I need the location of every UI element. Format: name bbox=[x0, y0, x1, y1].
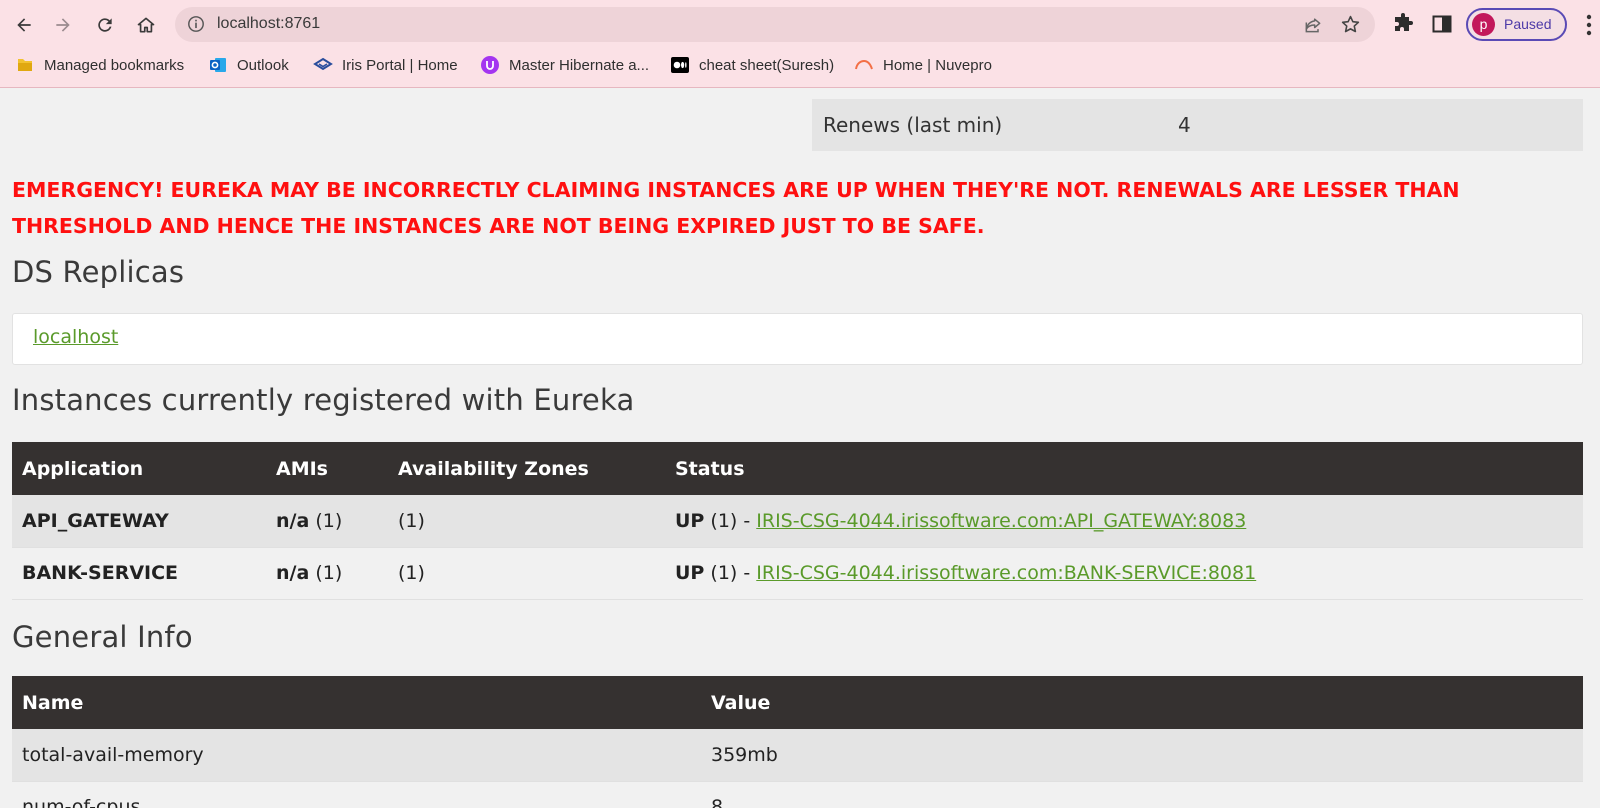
col-status: Status bbox=[665, 442, 1583, 495]
bookmark-iris-portal[interactable]: Iris Portal | Home bbox=[313, 52, 458, 78]
status-count: (1) - bbox=[710, 562, 751, 584]
col-application: Application bbox=[12, 442, 266, 495]
col-amis: AMIs bbox=[266, 442, 388, 495]
ami-na: n/a bbox=[276, 509, 310, 532]
bookmark-hibernate[interactable]: Master Hibernate a... bbox=[480, 52, 649, 78]
browser-chrome: localhost:8761 p Paused Managed bookmark… bbox=[0, 0, 1600, 88]
profile-button[interactable]: p Paused bbox=[1466, 8, 1567, 41]
home-button[interactable] bbox=[129, 8, 163, 42]
bookmark-label: Iris Portal | Home bbox=[342, 56, 458, 74]
outlook-icon bbox=[210, 58, 226, 72]
bookmark-outlook[interactable]: Outlook bbox=[208, 52, 289, 78]
bookmark-label: Outlook bbox=[237, 56, 289, 74]
reload-button[interactable] bbox=[88, 8, 122, 42]
status-up: UP bbox=[675, 562, 705, 584]
ami-na: n/a bbox=[276, 562, 310, 584]
info-value: 8 bbox=[701, 781, 1583, 808]
bookmark-star-icon[interactable] bbox=[1340, 14, 1361, 35]
folder-icon bbox=[18, 59, 32, 71]
ami-count: (1) bbox=[315, 562, 343, 584]
side-panel-icon[interactable] bbox=[1430, 12, 1454, 36]
table-header-row: Application AMIs Availability Zones Stat… bbox=[12, 442, 1583, 495]
bookmark-label: cheat sheet(Suresh) bbox=[699, 56, 835, 74]
bookmark-label: Master Hibernate a... bbox=[509, 56, 650, 74]
iris-icon bbox=[313, 57, 333, 71]
instances-title: Instances currently registered with Eure… bbox=[12, 383, 635, 417]
bookmark-cheat-sheet[interactable]: cheat sheet(Suresh) bbox=[670, 52, 834, 78]
general-info-table: Name Value total-avail-memory 359mb num-… bbox=[12, 676, 1583, 808]
ami-count: (1) bbox=[315, 509, 343, 532]
zones-count: (1) bbox=[398, 509, 425, 532]
renews-value: 4 bbox=[1178, 113, 1191, 137]
menu-kebab-icon[interactable] bbox=[1586, 14, 1592, 36]
home-icon bbox=[137, 17, 155, 33]
bookmark-label: Managed bookmarks bbox=[44, 56, 185, 74]
renews-label: Renews (last min) bbox=[823, 113, 1003, 137]
instances-table: Application AMIs Availability Zones Stat… bbox=[12, 442, 1583, 600]
back-arrow-icon bbox=[17, 18, 31, 32]
medium-icon bbox=[671, 57, 689, 73]
ds-replicas-title: DS Replicas bbox=[12, 255, 185, 289]
renews-row: Renews (last min) 4 bbox=[812, 99, 1583, 151]
info-name: total-avail-memory bbox=[12, 729, 701, 782]
zones-count: (1) bbox=[398, 562, 425, 584]
bookmark-managed[interactable]: Managed bookmarks bbox=[15, 52, 184, 78]
general-info-title: General Info bbox=[12, 620, 193, 654]
bookmark-nuvepro[interactable]: Home | Nuvepro bbox=[854, 52, 992, 78]
table-row: total-avail-memory 359mb bbox=[12, 729, 1583, 782]
instance-link[interactable]: IRIS-CSG-4044.irissoftware.com:API_GATEW… bbox=[756, 510, 1246, 532]
col-availability-zones: Availability Zones bbox=[388, 442, 665, 495]
info-value: 359mb bbox=[701, 729, 1583, 782]
address-bar[interactable]: localhost:8761 bbox=[175, 7, 1375, 42]
emergency-warning: EMERGENCY! EUREKA MAY BE INCORRECTLY CLA… bbox=[12, 178, 1460, 238]
bookmarks-bar: Managed bookmarks Outlook Iris Portal | … bbox=[0, 52, 1600, 78]
share-icon[interactable] bbox=[1303, 15, 1323, 35]
extensions-puzzle-icon[interactable] bbox=[1391, 12, 1415, 36]
col-name: Name bbox=[12, 676, 701, 729]
application-name: API_GATEWAY bbox=[22, 509, 169, 532]
udemy-icon bbox=[481, 56, 499, 74]
back-button[interactable] bbox=[7, 8, 41, 42]
instance-link[interactable]: IRIS-CSG-4044.irissoftware.com:BANK-SERV… bbox=[756, 562, 1256, 584]
col-value: Value bbox=[701, 676, 1583, 729]
replica-link-localhost[interactable]: localhost bbox=[33, 326, 118, 348]
table-row: num-of-cpus 8 bbox=[12, 781, 1583, 808]
reload-icon bbox=[98, 18, 112, 32]
site-info-icon[interactable] bbox=[187, 15, 205, 33]
ds-replicas-list: localhost bbox=[12, 313, 1583, 365]
forward-arrow-icon bbox=[56, 18, 70, 32]
table-row: API_GATEWAY n/a (1) (1) UP (1) - IRIS-CS… bbox=[12, 495, 1583, 548]
avatar: p bbox=[1472, 13, 1495, 36]
status-count: (1) - bbox=[710, 509, 751, 532]
table-header-row: Name Value bbox=[12, 676, 1583, 729]
table-row: BANK-SERVICE n/a (1) (1) UP (1) - IRIS-C… bbox=[12, 547, 1583, 600]
forward-button[interactable] bbox=[46, 8, 80, 42]
url-text: localhost:8761 bbox=[217, 15, 321, 32]
status-up: UP bbox=[675, 509, 705, 532]
application-name: BANK-SERVICE bbox=[22, 562, 179, 584]
info-name: num-of-cpus bbox=[12, 781, 701, 808]
profile-status: Paused bbox=[1504, 16, 1552, 32]
nuvepro-icon bbox=[855, 59, 873, 70]
bookmark-label: Home | Nuvepro bbox=[883, 56, 992, 74]
